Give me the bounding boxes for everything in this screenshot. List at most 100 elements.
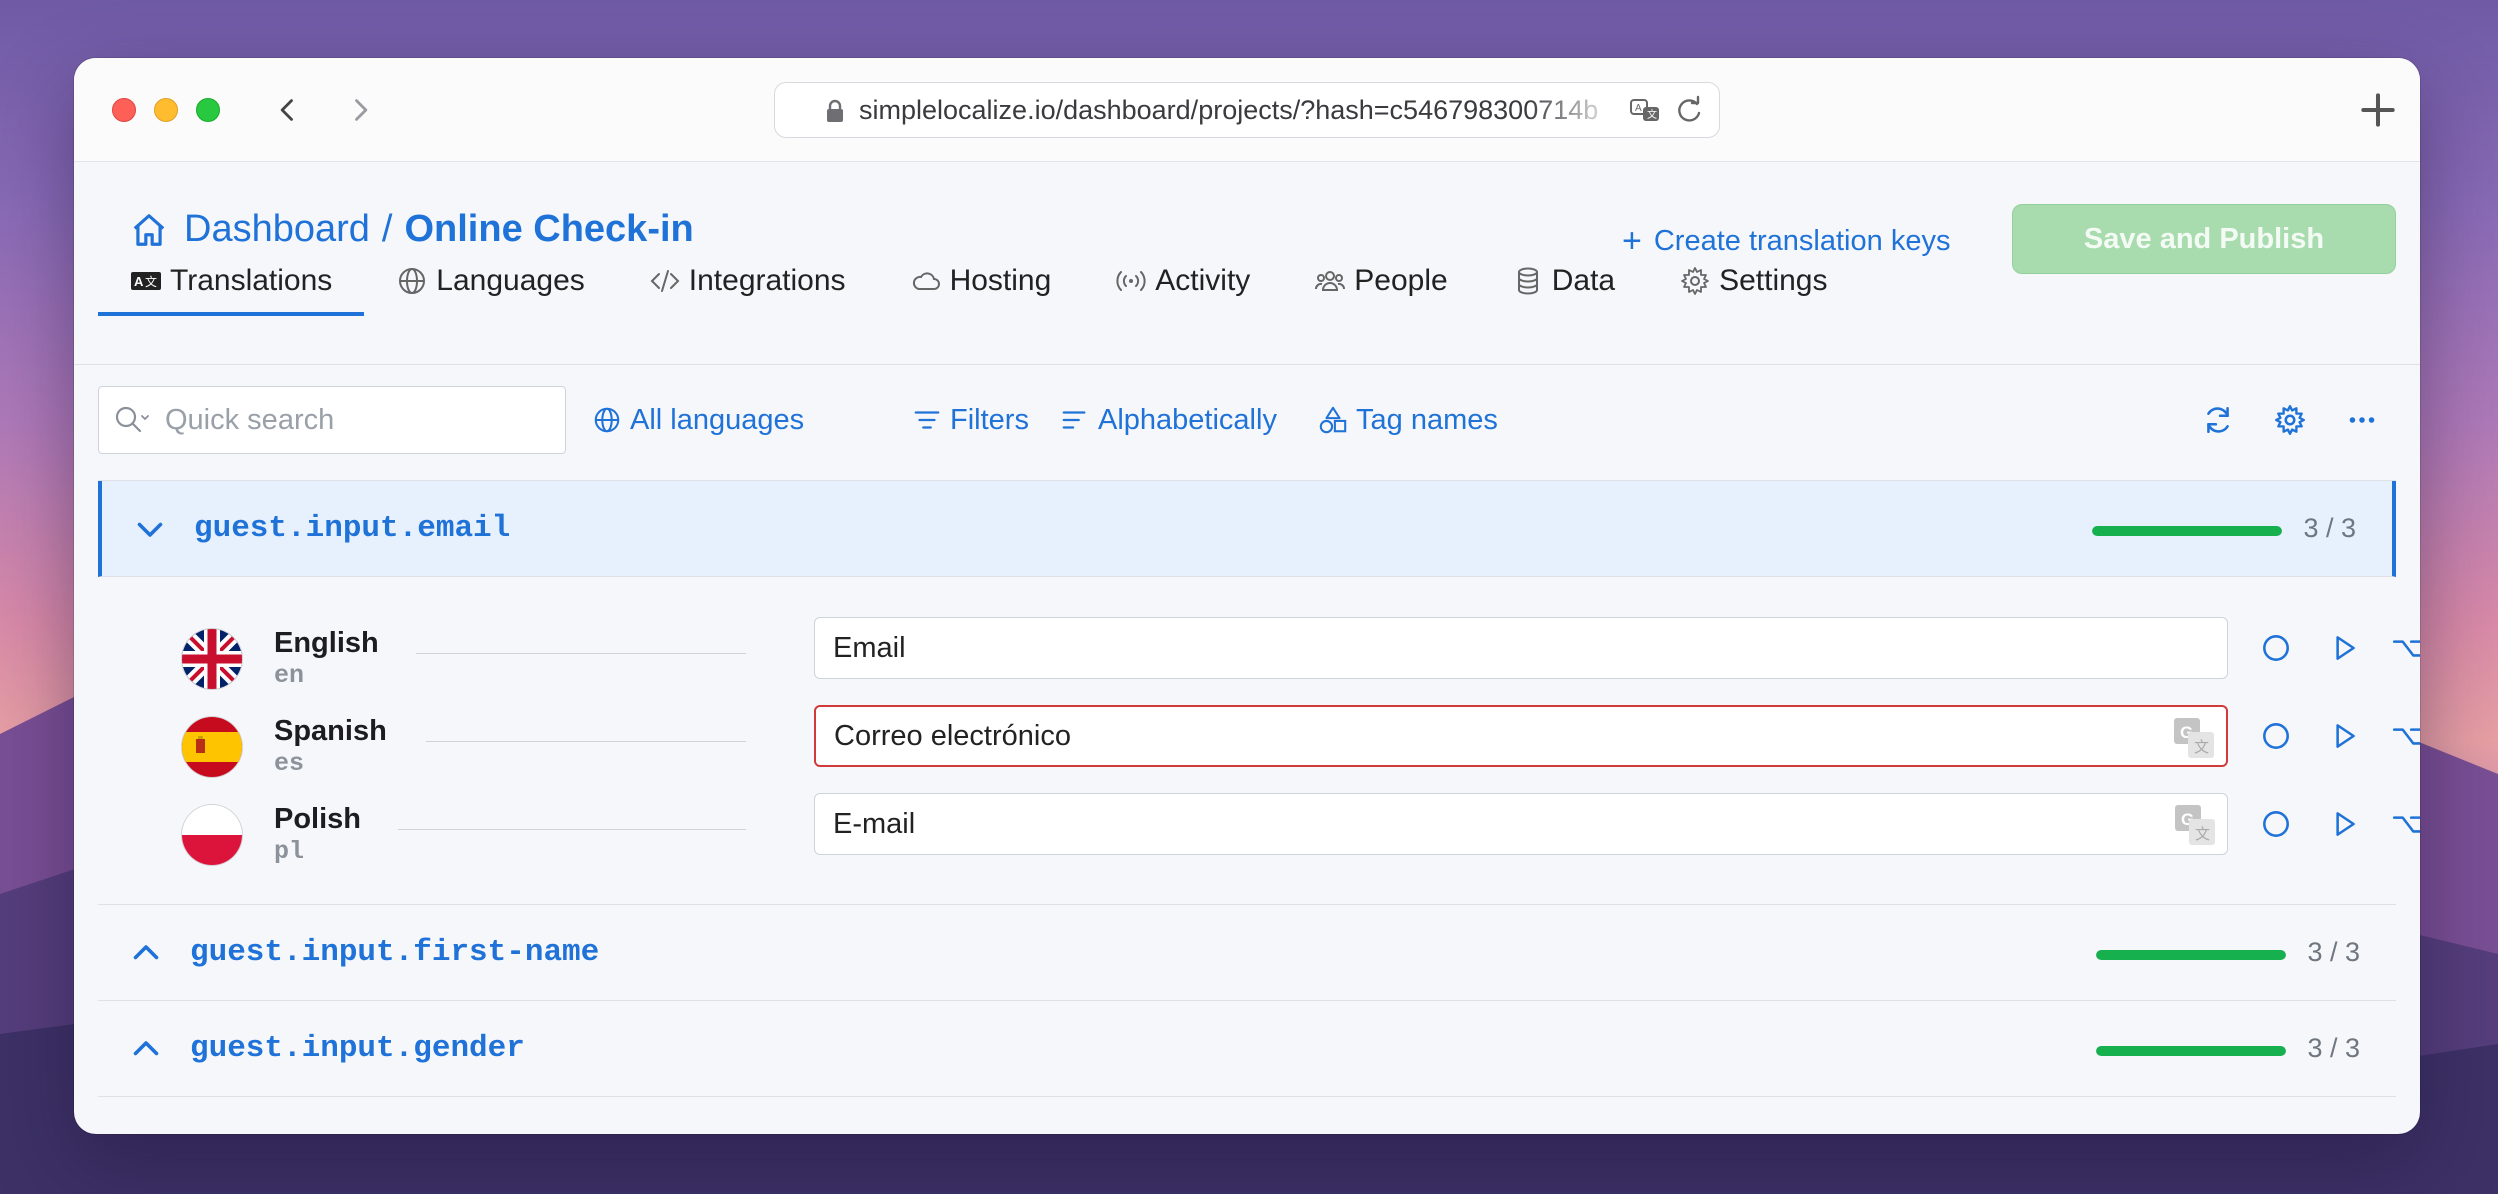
translation-key-name: guest.input.gender xyxy=(190,1031,525,1066)
translation-key-name: guest.input.first-name xyxy=(190,935,600,970)
more-horizontal-icon xyxy=(2349,417,2375,423)
tab-label: Activity xyxy=(1155,264,1251,297)
tab-bar: A文 Translations Languages Integrations H… xyxy=(98,252,1860,316)
translation-key-row[interactable]: guest.input.first-name 3 / 3 xyxy=(98,905,2396,1001)
translation-input-english[interactable] xyxy=(814,617,2228,679)
browser-toolbar: simplelocalize.io/dashboard/projects/?ha… xyxy=(74,58,2420,162)
tab-label: Hosting xyxy=(949,264,1052,297)
svg-text:A: A xyxy=(134,274,144,289)
tab-label: Translations xyxy=(170,264,333,297)
run-button[interactable] xyxy=(2324,628,2364,668)
breadcrumb-dashboard-link[interactable]: Dashboard xyxy=(184,208,370,251)
google-translate-icon[interactable]: G文 xyxy=(2173,803,2217,847)
translation-key-row[interactable]: guest.input.gender 3 / 3 xyxy=(98,1001,2396,1097)
minimize-window-button[interactable] xyxy=(154,98,178,122)
language-name: Polish xyxy=(274,803,362,835)
new-tab-icon[interactable] xyxy=(2356,88,2400,132)
tab-label: Integrations xyxy=(688,264,846,297)
option-button[interactable] xyxy=(2388,716,2420,756)
globe-icon xyxy=(399,268,426,294)
breadcrumb-project-title: Online Check-in xyxy=(404,208,694,250)
tab-label: Languages xyxy=(436,264,585,297)
chevron-up-icon[interactable] xyxy=(128,1031,164,1067)
tab-integrations[interactable]: Integrations xyxy=(617,252,878,310)
translation-row-spanish: Spanish es G文 xyxy=(98,705,2420,793)
filters-label: Filters xyxy=(950,403,1029,436)
breadcrumb-separator: / xyxy=(381,208,393,250)
progress-fill xyxy=(2092,526,2282,536)
reload-icon[interactable] xyxy=(1673,95,1705,127)
translation-key-row[interactable]: guest.input.email 3 / 3 xyxy=(98,481,2396,577)
translation-field[interactable] xyxy=(833,807,2133,841)
play-icon xyxy=(2336,636,2355,660)
poland-flag-icon xyxy=(182,805,242,865)
spain-flag-icon xyxy=(182,717,242,777)
cloud-icon xyxy=(912,272,940,290)
address-bar[interactable]: simplelocalize.io/dashboard/projects/?ha… xyxy=(774,82,1720,138)
uk-flag-icon xyxy=(182,629,242,689)
translate-page-icon[interactable]: A文 xyxy=(1629,95,1661,127)
close-window-button[interactable] xyxy=(112,98,136,122)
progress-fill xyxy=(2096,1046,2286,1056)
tag-names-button[interactable]: Tag names xyxy=(1318,386,1498,454)
option-button[interactable] xyxy=(2388,804,2420,844)
review-status-button[interactable] xyxy=(2256,804,2296,844)
chevron-up-icon[interactable] xyxy=(128,935,164,971)
translation-progress-bar xyxy=(2096,1046,2286,1056)
translation-count: 3 / 3 xyxy=(2303,513,2356,543)
play-icon xyxy=(2336,812,2355,836)
back-button[interactable] xyxy=(266,88,310,132)
translation-field[interactable] xyxy=(833,631,2133,665)
sort-label: Alphabetically xyxy=(1098,403,1277,436)
tab-activity[interactable]: Activity xyxy=(1083,252,1282,310)
zoom-window-button[interactable] xyxy=(196,98,220,122)
translation-input-spanish[interactable]: G文 xyxy=(814,705,2228,767)
tab-hosting[interactable]: Hosting xyxy=(878,252,1084,310)
save-and-publish-button[interactable]: Save and Publish xyxy=(2012,204,2396,274)
language-name: English xyxy=(274,627,379,659)
review-status-button[interactable] xyxy=(2256,716,2296,756)
language-name: Spanish xyxy=(274,715,387,747)
svg-text:文: 文 xyxy=(145,274,157,289)
google-translate-icon[interactable]: G文 xyxy=(2172,716,2216,760)
translation-keys-list: guest.input.email 3 / 3 English en Email… xyxy=(98,480,2420,1134)
shapes-icon xyxy=(1319,406,1347,434)
svg-text:文: 文 xyxy=(2195,826,2210,843)
review-status-button[interactable] xyxy=(2256,628,2296,668)
browser-window: simplelocalize.io/dashboard/projects/?ha… xyxy=(74,58,2420,1134)
search-input[interactable] xyxy=(165,403,545,437)
tab-languages[interactable]: Languages xyxy=(364,252,616,310)
translation-progress-bar xyxy=(2092,526,2282,536)
tab-translations[interactable]: A文 Translations xyxy=(98,252,365,316)
gear-icon xyxy=(1681,267,1709,295)
svg-text:A: A xyxy=(1635,103,1642,114)
forward-button[interactable] xyxy=(338,88,382,132)
tab-settings[interactable]: Settings xyxy=(1647,252,1859,310)
filters-button[interactable]: Filters xyxy=(912,386,1029,454)
translation-field[interactable] xyxy=(834,719,2134,753)
translation-input-polish[interactable]: G文 xyxy=(814,793,2228,855)
translation-key-name: guest.input.email xyxy=(194,511,511,546)
tab-label: People xyxy=(1354,264,1448,297)
option-key-icon xyxy=(2392,728,2420,745)
chevron-down-icon[interactable] xyxy=(132,511,168,547)
sort-icon xyxy=(1062,411,1086,429)
option-key-icon xyxy=(2392,816,2420,833)
sort-button[interactable]: Alphabetically xyxy=(1060,386,1277,454)
tab-people[interactable]: People xyxy=(1282,252,1479,310)
view-settings-button[interactable] xyxy=(2270,400,2310,440)
refresh-button[interactable] xyxy=(2198,400,2238,440)
quick-search[interactable] xyxy=(98,386,566,454)
all-languages-button[interactable]: All languages xyxy=(592,386,804,454)
tab-data[interactable]: Data xyxy=(1480,252,1647,310)
language-code: en xyxy=(274,661,305,690)
more-options-button[interactable] xyxy=(2342,400,2382,440)
option-button[interactable] xyxy=(2388,628,2420,668)
home-icon[interactable] xyxy=(130,211,168,249)
run-button[interactable] xyxy=(2324,716,2364,756)
url-text: simplelocalize.io/dashboard/projects/?ha… xyxy=(859,94,1599,125)
option-key-icon xyxy=(2392,640,2420,657)
translation-row-polish: Polish pl G文 xyxy=(98,793,2420,881)
row-connector-line xyxy=(398,829,746,830)
run-button[interactable] xyxy=(2324,804,2364,844)
